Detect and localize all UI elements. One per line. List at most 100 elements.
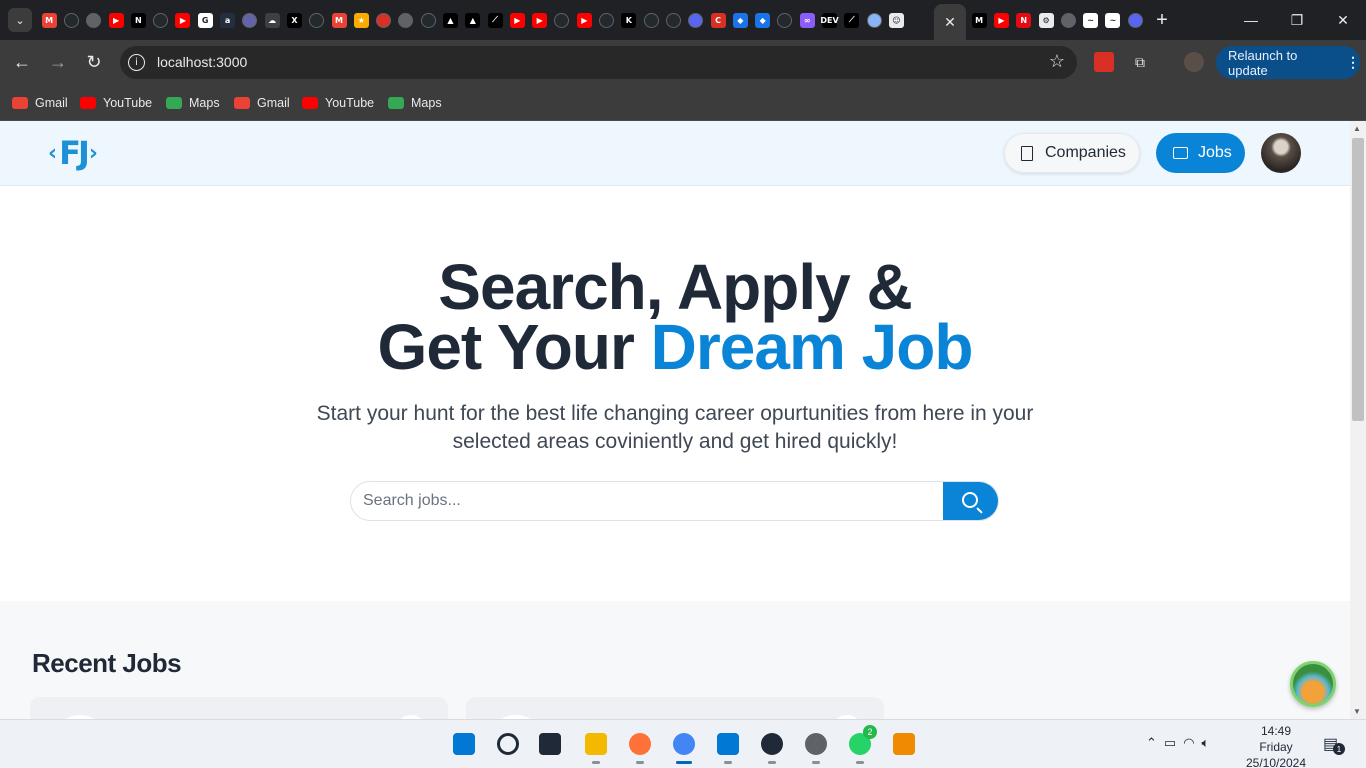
battery-icon[interactable]: ▭ — [1164, 735, 1176, 751]
browser-tab[interactable] — [306, 0, 328, 40]
companies-nav-button[interactable]: Companies — [1004, 133, 1140, 173]
wifi-icon[interactable]: ◠ — [1183, 735, 1194, 751]
site-info-icon[interactable]: i — [128, 54, 145, 71]
browser-tab[interactable]: ☺ — [885, 0, 907, 40]
bookmark-maps[interactable]: Maps — [388, 93, 442, 113]
browser-tab[interactable]: ▲ — [439, 0, 461, 40]
extension-icon[interactable] — [1094, 52, 1114, 72]
more-menu-icon[interactable]: ⋮ — [1346, 54, 1360, 71]
browser-tab[interactable]: ▶ — [105, 0, 127, 40]
bookmark-youtube[interactable]: YouTube — [80, 93, 152, 113]
scroll-up-icon[interactable]: ▲ — [1353, 124, 1361, 133]
browser-tab[interactable] — [774, 0, 796, 40]
vscode-icon[interactable] — [715, 731, 741, 764]
search-button[interactable] — [943, 482, 998, 520]
browser-tab[interactable]: ▶ — [573, 0, 595, 40]
minimize-button[interactable]: — — [1228, 0, 1274, 40]
url-text[interactable]: localhost:3000 — [157, 54, 247, 70]
extensions-puzzle-icon[interactable]: ⧉ — [1130, 52, 1150, 72]
page-scrollbar[interactable]: ▲ ▼ — [1350, 121, 1366, 719]
bookmark-maps[interactable]: Maps — [166, 93, 220, 113]
browser-tab[interactable]: ~ — [1079, 0, 1101, 40]
browser-tab[interactable]: X — [283, 0, 305, 40]
browser-tab[interactable] — [83, 0, 105, 40]
browser-tab[interactable] — [863, 0, 885, 40]
browser-tab[interactable]: ◆ — [729, 0, 751, 40]
vlc-icon[interactable] — [891, 731, 917, 757]
new-tab-button[interactable]: + — [1150, 8, 1174, 32]
browser-tab[interactable]: K — [618, 0, 640, 40]
browser-tab[interactable]: ◆ — [752, 0, 774, 40]
browser-tab[interactable] — [417, 0, 439, 40]
browser-tab[interactable]: ☁ — [261, 0, 283, 40]
browser-tab[interactable] — [551, 0, 573, 40]
site-logo[interactable]: ‹ FJ › — [48, 133, 98, 173]
search-icon[interactable] — [495, 731, 521, 757]
browser-tab[interactable]: ▶ — [529, 0, 551, 40]
browser-tab[interactable]: C — [707, 0, 729, 40]
job-search-input[interactable] — [351, 482, 944, 520]
user-avatar[interactable] — [1261, 133, 1301, 173]
job-card[interactable] — [466, 697, 884, 719]
browser-tab[interactable]: N — [127, 0, 149, 40]
browser-tab[interactable]: ▲ — [462, 0, 484, 40]
tab-search-button[interactable]: ⌄ — [8, 8, 32, 32]
chevron-up-icon[interactable]: ⌃ — [1146, 735, 1157, 751]
scrollbar-thumb[interactable] — [1352, 138, 1364, 421]
notification-center-icon[interactable]: ▤ 1 — [1323, 734, 1345, 755]
job-card[interactable] — [30, 697, 448, 719]
floating-assistant-button[interactable] — [1290, 661, 1336, 707]
browser-tab[interactable] — [640, 0, 662, 40]
browser-tab[interactable]: ★ — [350, 0, 372, 40]
browser-tab[interactable]: ~ — [1102, 0, 1124, 40]
chrome-icon[interactable] — [671, 731, 697, 764]
settings-icon[interactable] — [803, 731, 829, 764]
address-bar[interactable]: i localhost:3000 ☆ — [120, 46, 1077, 79]
bookmark-star-icon[interactable]: ☆ — [1049, 51, 1065, 72]
browser-tab[interactable]: ∞ — [796, 0, 818, 40]
jobs-nav-button[interactable]: Jobs — [1156, 133, 1245, 173]
close-tab-icon[interactable]: ✕ — [944, 14, 956, 31]
browser-tab[interactable] — [239, 0, 261, 40]
browser-tab[interactable]: ⟋ — [841, 0, 863, 40]
browser-tab[interactable]: a — [216, 0, 238, 40]
browser-tab[interactable]: M — [968, 0, 990, 40]
browser-tab[interactable] — [1057, 0, 1079, 40]
clock[interactable]: 14:49 Friday 25/10/2024 — [1244, 723, 1308, 768]
browser-tab[interactable]: DEV — [818, 0, 840, 40]
browser-tab[interactable]: ▶ — [172, 0, 194, 40]
back-button[interactable]: ← — [8, 48, 36, 76]
browser-tab[interactable] — [395, 0, 417, 40]
close-window-button[interactable]: ✕ — [1320, 0, 1366, 40]
volume-icon[interactable]: 🔈︎ — [1202, 735, 1210, 751]
reload-button[interactable]: ↻ — [80, 48, 108, 76]
windows-start-icon[interactable] — [451, 731, 477, 757]
browser-tab[interactable]: M — [328, 0, 350, 40]
firefox-icon[interactable] — [627, 731, 653, 764]
browser-tab[interactable] — [662, 0, 684, 40]
bookmark-gmail[interactable]: Gmail — [12, 93, 68, 113]
browser-tab[interactable] — [149, 0, 171, 40]
browser-tab[interactable]: ▶ — [990, 0, 1012, 40]
browser-tab[interactable] — [1124, 0, 1146, 40]
browser-tab[interactable]: ⟋ — [484, 0, 506, 40]
browser-tab[interactable] — [372, 0, 394, 40]
bookmark-gmail[interactable]: Gmail — [234, 93, 290, 113]
whatsapp-icon[interactable]: 2 — [847, 725, 877, 764]
task-view-icon[interactable] — [537, 731, 563, 757]
browser-tab[interactable] — [685, 0, 707, 40]
browser-tab[interactable] — [60, 0, 82, 40]
profile-avatar-icon[interactable] — [1184, 52, 1204, 72]
file-explorer-icon[interactable] — [583, 731, 609, 764]
browser-tab[interactable]: M — [38, 0, 60, 40]
browser-tab[interactable] — [595, 0, 617, 40]
bookmark-youtube[interactable]: YouTube — [302, 93, 374, 113]
browser-tab[interactable]: N — [1013, 0, 1035, 40]
media-player-icon[interactable] — [759, 731, 785, 764]
relaunch-button[interactable]: Relaunch to update ⋮ — [1216, 46, 1360, 79]
active-tab[interactable]: ✕ — [934, 4, 966, 40]
browser-tab[interactable]: ▶ — [506, 0, 528, 40]
scroll-down-icon[interactable]: ▼ — [1353, 707, 1361, 716]
restore-button[interactable]: ❐ — [1274, 0, 1320, 40]
forward-button[interactable]: → — [44, 48, 72, 76]
